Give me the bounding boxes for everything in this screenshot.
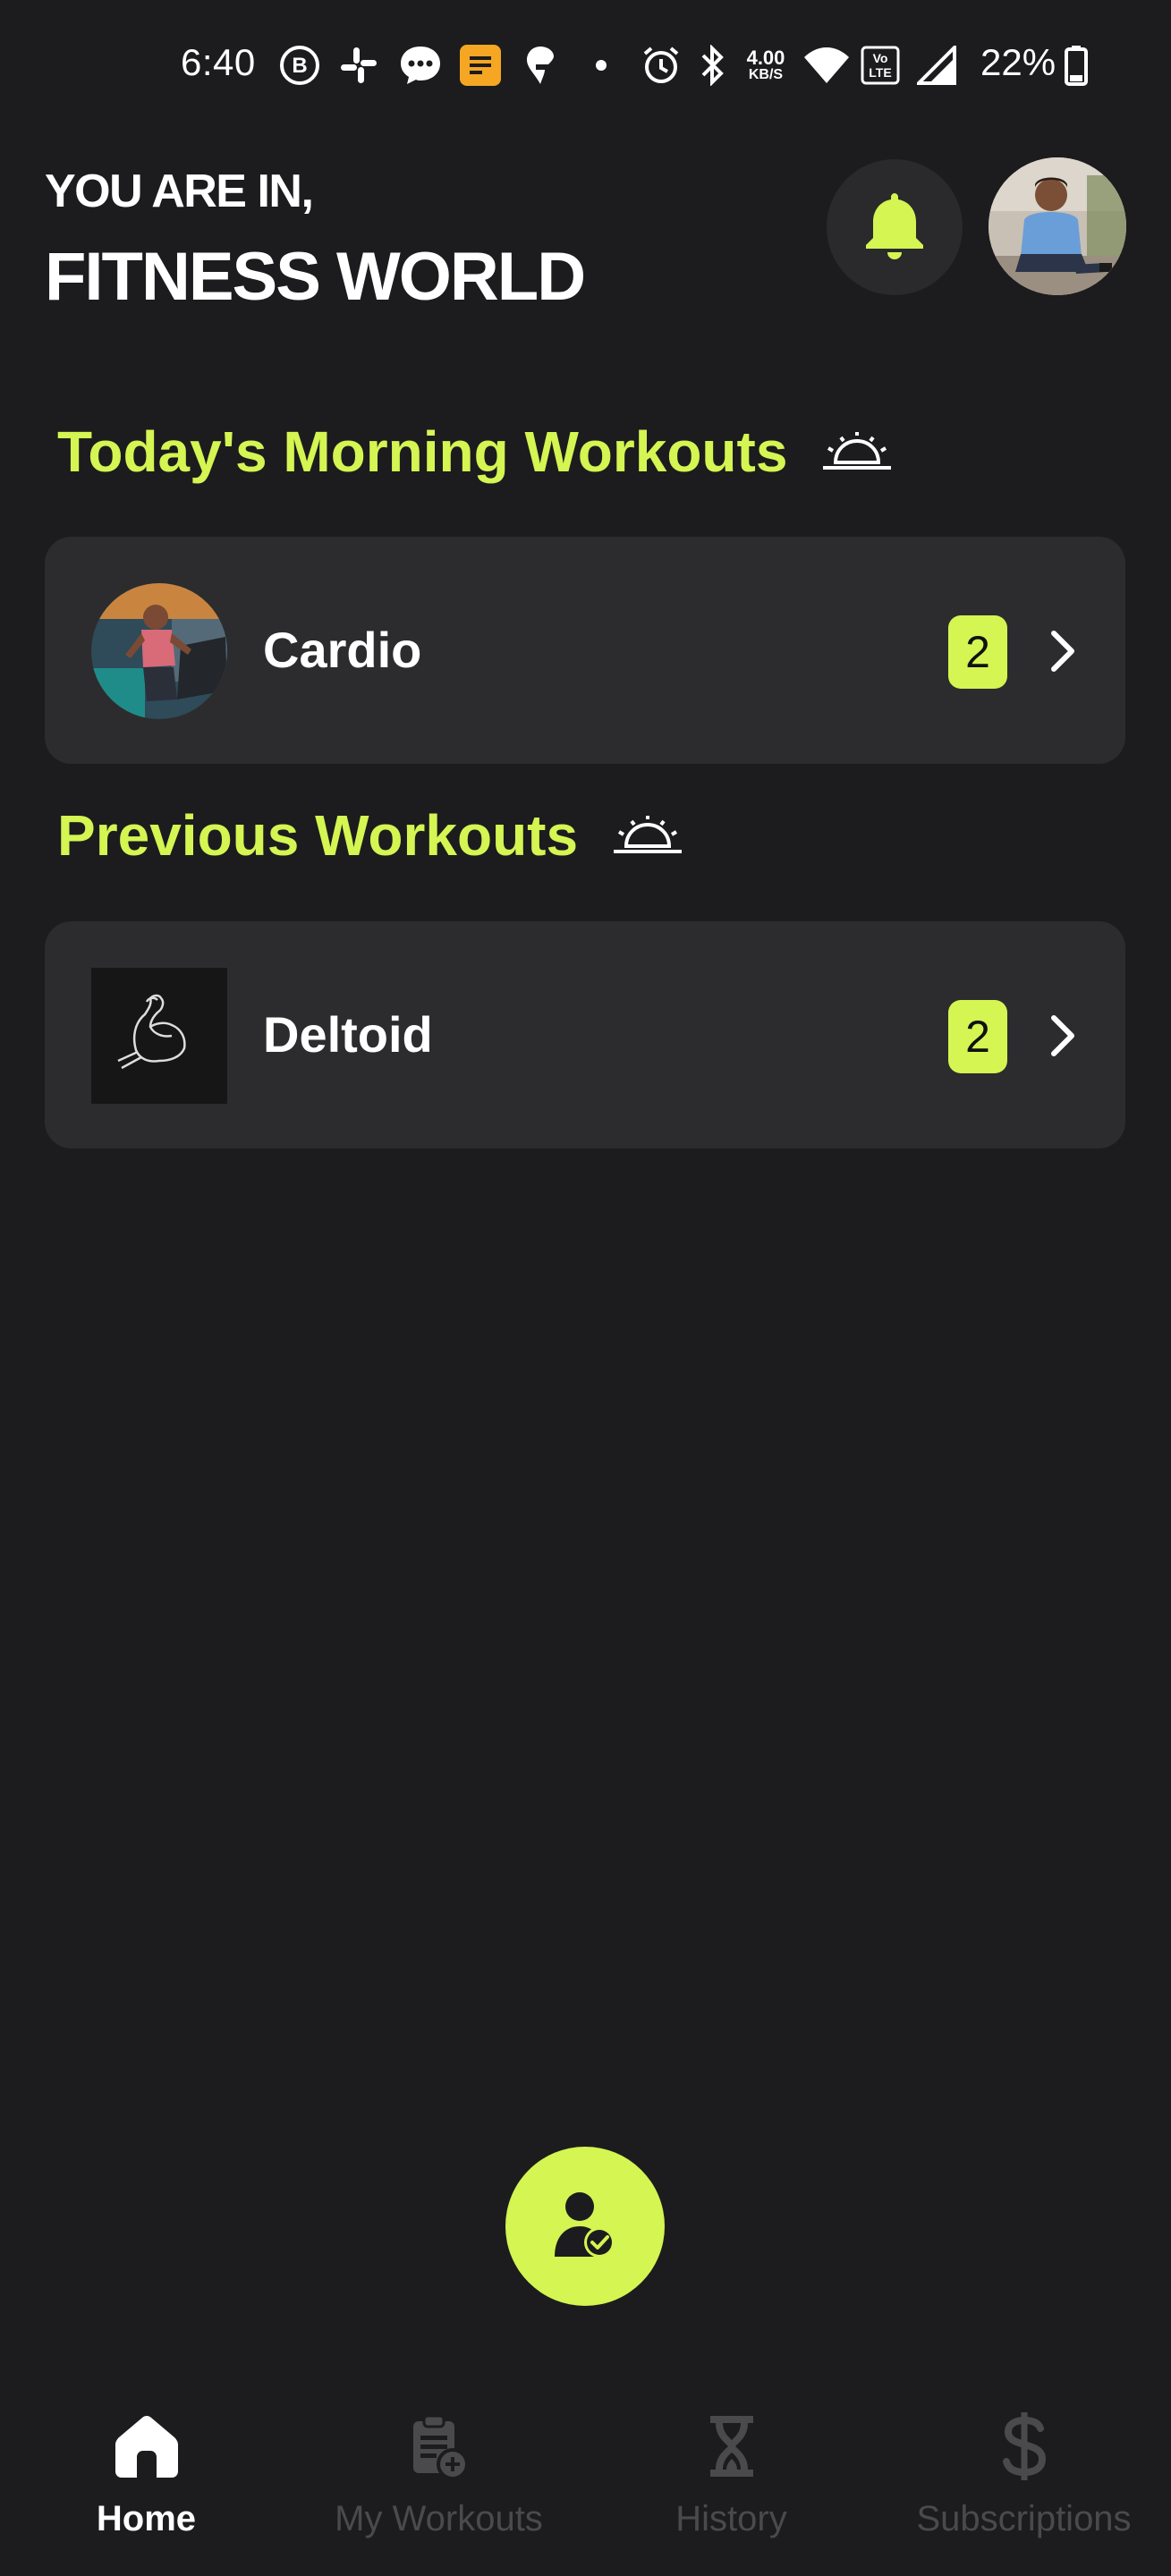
bluetooth-icon [696, 43, 728, 88]
svg-text:LTE: LTE [869, 65, 891, 80]
nav-home[interactable]: Home [0, 2379, 293, 2576]
alarm-icon [639, 43, 683, 88]
nav-home-label: Home [96, 2499, 197, 2538]
slack-icon [336, 43, 381, 88]
status-time: 6:40 [181, 41, 256, 83]
wifi-icon [802, 43, 852, 88]
todays-workouts-title: Today's Morning Workouts [57, 419, 788, 484]
todays-workouts-heading: Today's Morning Workouts [57, 419, 895, 485]
volte-icon: Vo LTE [859, 43, 902, 88]
profile-avatar[interactable] [989, 157, 1126, 295]
notifications-button[interactable] [827, 159, 963, 295]
svg-text:Vo: Vo [873, 51, 888, 65]
greeting-line1: YOU ARE IN, [45, 165, 314, 217]
sunrise-icon [819, 419, 895, 485]
workout-card-deltoid[interactable]: Deltoid 2 [45, 921, 1125, 1148]
bottom-navigation: Home My Workouts History Subscriptions [0, 2379, 1171, 2576]
nav-subscriptions[interactable]: Subscriptions [878, 2379, 1170, 2576]
status-bar: 6:40 B 4.00 KB/S Vo LTE 22% [0, 0, 1171, 134]
clipboard-add-icon [410, 2406, 469, 2487]
workout-count-badge: 2 [948, 615, 1007, 689]
chevron-right-icon [1047, 1011, 1079, 1065]
svg-text:B: B [292, 54, 307, 78]
nav-my-workouts-label: My Workouts [335, 2499, 543, 2538]
swiggy-icon [522, 43, 558, 88]
deltoid-thumbnail [91, 968, 227, 1104]
net-speed-unit: KB/S [748, 67, 784, 82]
nav-subscriptions-label: Subscriptions [916, 2499, 1132, 2538]
home-icon [114, 2406, 180, 2487]
dollar-icon [1001, 2406, 1048, 2487]
bell-icon [864, 190, 925, 266]
nav-my-workouts[interactable]: My Workouts [293, 2379, 585, 2576]
net-speed: 4.00 KB/S [739, 43, 793, 88]
workout-label: Deltoid [263, 1006, 433, 1063]
messages-icon [397, 43, 444, 88]
sunrise-icon [610, 802, 685, 869]
nav-history-label: History [675, 2499, 787, 2538]
previous-workouts-title: Previous Workouts [57, 803, 579, 868]
battery-percent: 22% [980, 41, 1056, 83]
cardio-thumbnail [91, 583, 227, 719]
workout-count-badge: 2 [948, 1000, 1007, 1073]
hourglass-icon [707, 2406, 757, 2487]
net-speed-value: 4.00 [746, 47, 785, 69]
user-check-icon [553, 2189, 617, 2265]
workout-label: Cardio [263, 622, 422, 678]
nav-history[interactable]: History [585, 2379, 878, 2576]
workout-card-cardio[interactable]: Cardio 2 [45, 537, 1125, 764]
check-in-fab[interactable] [505, 2147, 665, 2306]
battery-icon [1061, 43, 1091, 88]
dot-icon [590, 43, 612, 88]
previous-workouts-heading: Previous Workouts [57, 802, 685, 869]
chevron-right-icon [1047, 626, 1079, 681]
notes-app-icon [458, 43, 503, 88]
b-circle-icon: B [277, 43, 322, 88]
greeting-line2: FITNESS WORLD [45, 239, 586, 315]
signal-icon [914, 43, 959, 88]
